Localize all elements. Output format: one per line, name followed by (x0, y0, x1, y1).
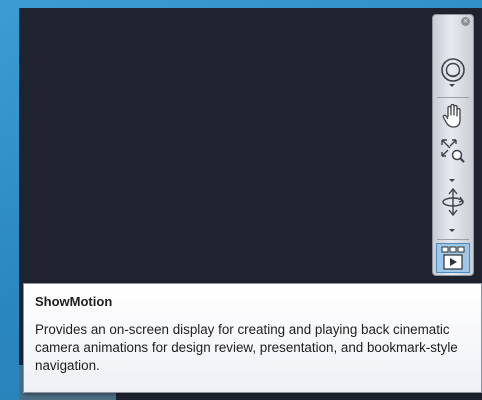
toolbar-separator (437, 97, 469, 98)
orbit-icon (442, 187, 465, 217)
pan-button[interactable] (436, 101, 470, 131)
navigation-bar: × (432, 14, 474, 276)
tooltip-description: Provides an on-screen display for creati… (35, 322, 458, 373)
showmotion-button[interactable] (436, 243, 470, 273)
zoom-dropdown-icon[interactable] (449, 179, 455, 182)
steering-wheel-dropdown-icon[interactable] (449, 84, 455, 87)
orbit-dropdown-icon[interactable] (449, 229, 455, 232)
hand-icon (442, 103, 461, 128)
toolbar-separator (437, 239, 469, 240)
zoom-extents-icon (441, 139, 465, 163)
close-icon[interactable]: × (461, 17, 470, 26)
tooltip: ShowMotion Provides an on-screen display… (23, 283, 482, 393)
steering-wheel-icon (441, 58, 465, 82)
showmotion-icon (441, 246, 465, 270)
tooltip-title: ShowMotion (35, 294, 113, 309)
steering-wheel-button[interactable] (436, 55, 470, 85)
orbit-button[interactable] (436, 187, 470, 217)
zoom-extents-button[interactable] (436, 136, 470, 166)
